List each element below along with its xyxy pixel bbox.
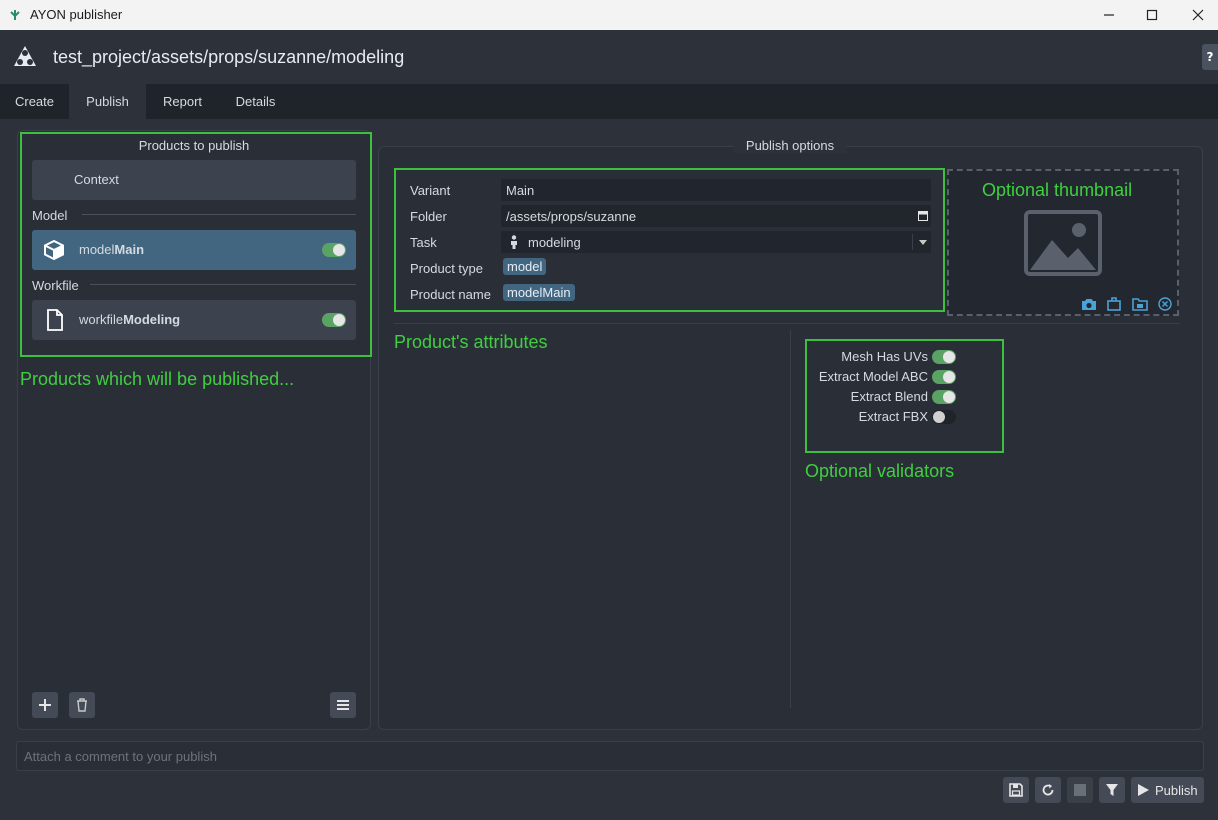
product-menu-button[interactable] [330,692,356,718]
tab-publish[interactable]: Publish [69,84,146,119]
menu-icon [337,700,349,710]
publish-button[interactable]: Publish [1131,777,1204,803]
add-product-button[interactable] [32,692,58,718]
attributes-annotation: Product's attributes [394,332,548,352]
tab-bar: Create Publish Report Details [0,84,1218,119]
filter-icon [1106,784,1118,796]
tab-report[interactable]: Report [146,84,219,119]
minimize-icon [1104,14,1114,16]
stop-button[interactable] [1067,777,1093,803]
ayon-app-icon [10,10,20,20]
close-window-button[interactable] [1175,0,1218,30]
comment-placeholder: Attach a comment to your publish [24,749,217,764]
tab-details[interactable]: Details [219,84,292,119]
maximize-icon [1146,9,1158,21]
save-icon [1009,783,1023,797]
publish-options-title: Publish options [733,138,847,153]
window-titlebar: AYON publisher [0,0,1218,30]
tab-create[interactable]: Create [0,84,69,119]
publish-button-label: Publish [1155,782,1198,798]
help-button[interactable]: ? [1202,44,1218,70]
validators-highlight-box [805,339,1004,453]
context-header: test_project/assets/props/suzanne/modeli… [0,30,1218,84]
play-icon [1138,784,1149,796]
section-divider [394,323,1180,324]
delete-product-button[interactable] [69,692,95,718]
validators-annotation: Optional validators [805,461,955,481]
camera-icon[interactable] [1081,297,1097,311]
reset-button[interactable] [1035,777,1061,803]
products-highlight-box [20,132,372,357]
thumbnail-annotation: Optional thumbnail [982,180,1133,200]
plus-icon [39,699,51,711]
context-path: test_project/assets/props/suzanne/modeli… [53,47,405,67]
save-button[interactable] [1003,777,1029,803]
validate-button[interactable] [1099,777,1125,803]
maximize-button[interactable] [1129,0,1175,30]
close-icon [1192,9,1204,21]
refresh-icon [1042,784,1054,796]
paste-icon[interactable] [1107,297,1121,311]
minimize-button[interactable] [1086,0,1132,30]
window-title: AYON publisher [30,7,123,22]
folder-icon[interactable] [1132,297,1148,311]
comment-input[interactable]: Attach a comment to your publish [16,741,1204,771]
products-annotation: Products which will be published... [20,369,295,389]
ayon-logo-icon [14,46,36,66]
trash-icon [77,698,87,712]
clear-thumbnail-icon[interactable] [1158,297,1172,311]
image-placeholder-icon [1024,210,1102,276]
stop-icon [1074,784,1086,796]
fields-highlight-box [394,168,945,312]
column-divider [790,330,791,708]
